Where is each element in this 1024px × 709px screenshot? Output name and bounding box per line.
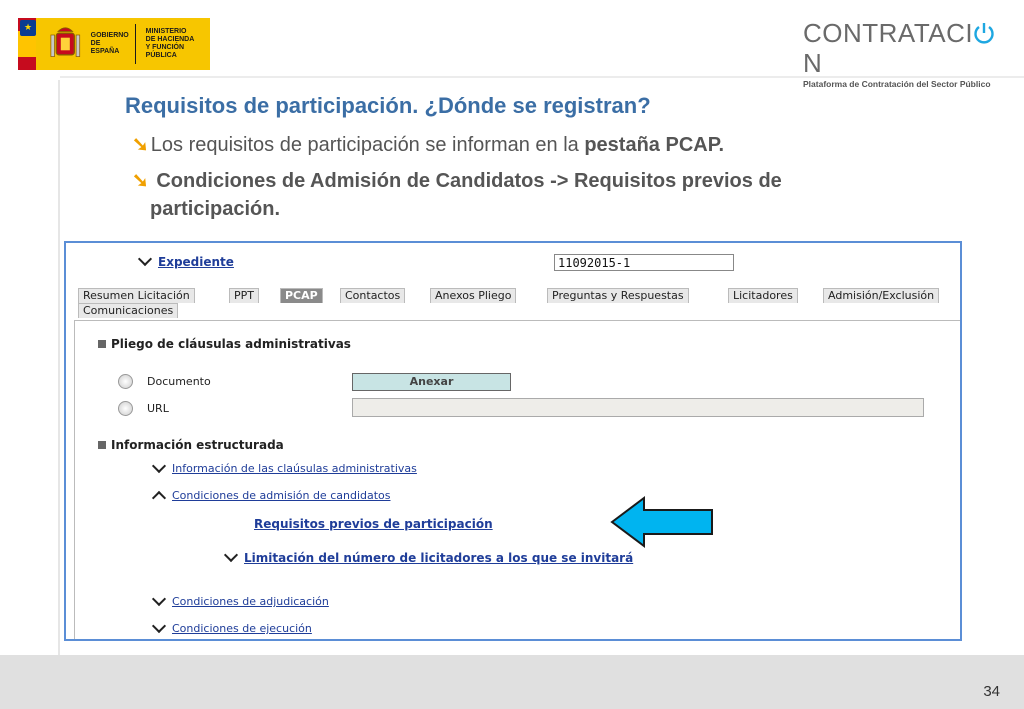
gobierno-text: GOBIERNO DE ESPAÑA <box>90 32 129 55</box>
pointer-arrow-icon <box>610 496 713 548</box>
slide-title: Requisitos de participación. ¿Dónde se r… <box>125 93 651 118</box>
coat-of-arms-icon <box>50 27 81 57</box>
section-info-title: Información estructurada <box>98 438 284 452</box>
row-requisitos-previos[interactable]: Requisitos previos de participación <box>254 517 493 531</box>
anexar-button[interactable]: Anexar <box>352 373 511 391</box>
radio-documento-row[interactable]: Documento <box>118 374 211 389</box>
bullet2-line2: participación. <box>150 198 281 220</box>
bullet2-line1: Condiciones de Admisión de Candidatos ->… <box>150 170 782 192</box>
radio-documento[interactable] <box>118 374 133 389</box>
tab-comunicaciones[interactable]: Comunicaciones <box>78 303 179 318</box>
slide-footer: 34 <box>0 655 1024 709</box>
tab-contactos[interactable]: Contactos <box>340 288 406 303</box>
contratacion-subtitle: Plataforma de Contratación del Sector Pú… <box>803 79 991 89</box>
gobierno-logo: GOBIERNO DE ESPAÑA MINISTERIO DE HACIEND… <box>18 18 210 70</box>
radio-url-label: URL <box>147 402 169 415</box>
tab-licitadores[interactable]: Licitadores <box>728 288 798 303</box>
expediente-row[interactable]: Expediente <box>137 251 234 269</box>
tab-resumen-licitacion[interactable]: Resumen Licitación <box>78 288 195 303</box>
page-number: 34 <box>983 683 1000 700</box>
chevron-down-icon[interactable] <box>137 251 153 267</box>
radio-documento-label: Documento <box>147 375 211 388</box>
link-cond-ejecucion[interactable]: Condiciones de ejecución <box>172 622 312 635</box>
ministerio-text: MINISTERIO DE HACIENDA Y FUNCIÓN PÚBLICA <box>145 28 195 59</box>
tab-anexos-pliego[interactable]: Anexos Pliego <box>430 288 517 303</box>
tab-admision-exclusion[interactable]: Admisión/Exclusión <box>823 288 940 303</box>
url-input[interactable] <box>352 398 924 417</box>
row-cond-ejecucion[interactable]: Condiciones de ejecución <box>151 618 312 635</box>
bullet1-bold: pestaña PCAP. <box>584 134 725 156</box>
gov-logo-separator <box>134 24 136 64</box>
link-limitacion[interactable]: Limitación del número de licitadores a l… <box>244 551 633 565</box>
spain-flag-icon <box>18 18 37 70</box>
link-requisitos-previos[interactable]: Requisitos previos de participación <box>254 517 493 531</box>
eu-stars-icon <box>20 20 36 36</box>
bullet-arrow-icon: ➘ <box>132 170 149 192</box>
section-pliego-label: Pliego de cláusulas administrativas <box>111 337 351 351</box>
section-bullet-icon <box>98 441 106 449</box>
contratacion-logo: CONTRATACIN Plataforma de Contratación d… <box>803 18 1013 89</box>
expediente-link[interactable]: Expediente <box>158 255 234 269</box>
radio-url-row[interactable]: URL <box>118 401 169 416</box>
tab-bar: Resumen Licitación PPT PCAP Contactos An… <box>78 288 960 318</box>
expediente-input[interactable]: 11092015-1 <box>554 254 734 271</box>
tab-pcap[interactable]: PCAP <box>280 288 323 303</box>
row-cond-admision[interactable]: Condiciones de admisión de candidatos <box>151 489 391 505</box>
row-limitacion[interactable]: Limitación del número de licitadores a l… <box>223 547 633 565</box>
section-info-label: Información estructurada <box>111 438 284 452</box>
bullet-arrow-icon: ➘ <box>132 134 149 156</box>
bullet-pcap: ➘ Los requisitos de participación se info… <box>132 132 724 157</box>
link-info-clausulas[interactable]: Información de las claúsulas administrat… <box>172 462 417 475</box>
bullet1-text: Los requisitos de participación se infor… <box>150 134 585 156</box>
power-icon <box>974 23 994 44</box>
row-cond-adjudicacion[interactable]: Condiciones de adjudicación <box>151 591 329 608</box>
contratacion-title: CONTRATACIN <box>803 18 1013 78</box>
brand-title-end: N <box>803 48 823 78</box>
link-cond-admision[interactable]: Condiciones de admisión de candidatos <box>172 489 391 502</box>
left-divider <box>58 80 60 655</box>
link-cond-adjudicacion[interactable]: Condiciones de adjudicación <box>172 595 329 608</box>
pcap-panel <box>74 320 960 639</box>
bullet-condiciones: ➘ Condiciones de Admisión de Candidatos … <box>132 168 782 193</box>
row-info-clausulas[interactable]: Información de las claúsulas administrat… <box>151 458 417 475</box>
radio-url[interactable] <box>118 401 133 416</box>
chevron-down-icon[interactable] <box>223 547 239 563</box>
section-bullet-icon <box>98 340 106 348</box>
section-pliego-title: Pliego de cláusulas administrativas <box>98 337 351 351</box>
app-screenshot: Expediente 11092015-1 Resumen Licitación… <box>64 241 962 641</box>
tab-ppt[interactable]: PPT <box>229 288 259 303</box>
tab-preguntas-respuestas[interactable]: Preguntas y Respuestas <box>547 288 689 303</box>
brand-title-start: CONTRATACI <box>803 18 974 48</box>
